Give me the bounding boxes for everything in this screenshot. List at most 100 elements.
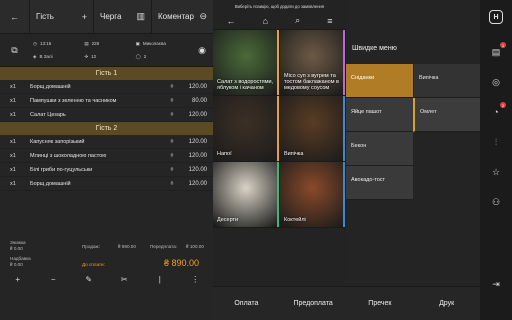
to-pay-label: До сплати: [82,262,105,267]
edit-item-button[interactable]: ✎ [71,275,107,284]
tile-label: Салат з водоростями, яблуком і качаном [217,79,274,91]
divider-button[interactable]: | [142,275,178,284]
comment-tab[interactable]: Коментар ⊖ [152,0,213,33]
menu-items: Випічка Омлет [413,64,480,132]
add-item-button[interactable]: + [0,275,36,284]
search-icon[interactable]: ⌕ [295,15,300,26]
app-logo[interactable]: H [489,10,503,24]
product-tile[interactable]: Напої [213,96,280,162]
product-tile[interactable]: Десерти [213,162,280,228]
queue-tab[interactable]: Черга ▥ [94,0,152,33]
menu-category[interactable]: Авокадо-тост [346,166,413,200]
home-icon[interactable]: ⌂ [263,16,268,26]
product-tile[interactable]: Місо суп з вугрем та тостом баклажаном в… [280,30,346,96]
order-row[interactable]: x1 Борщ домашній ₴ 120.00 [0,177,213,191]
order-row[interactable]: x1 Білі гриби по-гуцульськи ₴ 120.00 [0,163,213,177]
hryvnia-icon: ₴ [170,111,174,118]
view-button[interactable]: ◉ [191,34,213,66]
print-button[interactable]: Друк [413,287,480,320]
hryvnia-icon: ₴ [170,97,174,104]
surcharge-label: Надбавка [10,256,31,261]
tile-label: Напої [217,151,232,157]
menu-category[interactable]: Яйце пашот [346,98,413,132]
payment-bar: Оплата Предоплата Пречек Друк [213,286,480,320]
surcharge-value: ₴ 0.00 [10,262,23,267]
split-item-button[interactable]: ✂ [107,275,143,284]
tile-label: Випічка [284,151,304,157]
guest-label: Гість [36,12,54,21]
eye-icon: ◉ [198,44,206,55]
pos-screen: ← Гість + Черга ▥ Коментар ⊖ ⧉ ◷ 13:15 ▤ 2… [0,0,512,320]
guests-field: ✣ 12 [84,53,97,60]
prepaid-value: ₴ 100.00 [186,244,204,249]
tile-label: Десерти [217,217,239,223]
pay-button[interactable]: Оплата [213,287,280,320]
guest-header[interactable]: Гість 2 [0,122,213,135]
order-row[interactable]: x1 Млинці з шоколадною пастою ₴ 120.00 [0,149,213,163]
hryvnia-icon: ₴ [170,138,174,145]
product-tile[interactable]: Випічка [280,96,346,162]
hryvnia-icon: ₴ [170,83,174,90]
guest-tab[interactable]: Гість + [30,0,94,33]
location-icon: ◈ [33,53,37,59]
paid-label: Продаж: [82,244,100,249]
star-icon[interactable]: ☆ [490,166,502,178]
app-sidebar: H ▤ 1 ◎ ◔ 2 ⫶ ☆ ⚇ ⇥ [480,0,512,320]
table-icon: ✣ [84,53,89,59]
order-panel: ← Гість + Черга ▥ Коментар ⊖ ⧉ ◷ 13:15 ▤ 2… [0,0,213,320]
hryvnia-icon: ₴ [170,166,174,173]
plus-icon[interactable]: + [82,12,87,22]
tile-accent [343,30,345,95]
tile-label: Коктейлі [284,217,306,223]
edit-order-button[interactable]: ⧉ [0,34,29,66]
chart-icon[interactable]: ▥ [136,11,145,22]
menu-category[interactable]: Сніданки [346,64,413,98]
menu-category[interactable]: Бекон [346,132,413,166]
person-icon: ◯ [135,53,141,59]
user-icon: ▣ [135,40,140,46]
tile-accent [343,162,345,227]
order-row[interactable]: x1 Борщ домашній ₴ 120.00 [0,80,213,94]
hryvnia-icon: ₴ [170,152,174,159]
prepay-button[interactable]: Предоплата [280,287,347,320]
discount-value: ₴ 0.00 [10,246,23,251]
menu-item[interactable]: Омлет [413,98,480,132]
product-tile[interactable]: Коктейлі [280,162,346,228]
chat-icon[interactable]: ◔ 2 [490,102,506,118]
queue-label: Черга [100,12,122,21]
menu-item[interactable]: Випічка [413,64,480,98]
guest-header[interactable]: Гість 1 [0,67,213,80]
order-row[interactable]: x1 Салат Цезарь ₴ 120.00 [0,108,213,122]
tile-accent [277,162,279,227]
discount-label: Знижка [10,240,26,245]
notification-badge: 1 [500,42,506,48]
target-icon[interactable]: ◎ [490,76,502,88]
guest-group-2: Гість 2 x1 Капусняк запорізький ₴ 120.00… [0,122,213,191]
waiter-field: ▣ Миколаєва [135,40,166,47]
notification-badge: 2 [500,102,506,108]
guest-group-1: Гість 1 x1 Борщ домашній ₴ 120.00 x1 Пам… [0,67,213,122]
order-info: ⧉ ◷ 13:15 ▤ 228 ▣ Миколаєва ◈ В Залі ✣ 12 ◯ 2 … [0,34,213,67]
order-totals: Знижка ₴ 0.00 Надбавка ₴ 0.00 Продаж: ₴ … [0,236,213,272]
more-button[interactable]: ⋮ [178,275,214,284]
quick-menu-title: Швидке меню [352,44,397,52]
orders-icon[interactable]: ▤ 1 [490,42,506,58]
edit-icon: ⧉ [11,44,18,55]
tile-accent [277,96,279,161]
back-button[interactable]: ← [0,0,30,33]
order-row[interactable]: x1 Пампушки з зеленню та часником ₴ 80.0… [0,94,213,108]
order-info-grid: ◷ 13:15 ▤ 228 ▣ Миколаєва ◈ В Залі ✣ 12 ◯ 2 [29,34,191,66]
count-field: ◯ 2 [135,53,147,60]
product-tile[interactable]: Салат з водоростями, яблуком і качаном [213,30,280,96]
sliders-icon[interactable]: ⫶ [490,136,502,148]
comment-icon[interactable]: ⊖ [199,11,207,22]
users-icon[interactable]: ⚇ [490,196,502,208]
remove-item-button[interactable]: − [36,275,72,284]
precheck-button[interactable]: Пречек [347,287,414,320]
order-row[interactable]: x1 Капусняк запорізький ₴ 120.00 [0,135,213,149]
menu-icon[interactable]: ≡ [327,16,332,26]
arrow-left-icon: ← [10,11,19,22]
order-topbar: ← Гість + Черга ▥ Коментар ⊖ [0,0,213,34]
arrow-left-icon[interactable]: ← [227,16,236,26]
logout-icon[interactable]: ⇥ [490,278,502,290]
